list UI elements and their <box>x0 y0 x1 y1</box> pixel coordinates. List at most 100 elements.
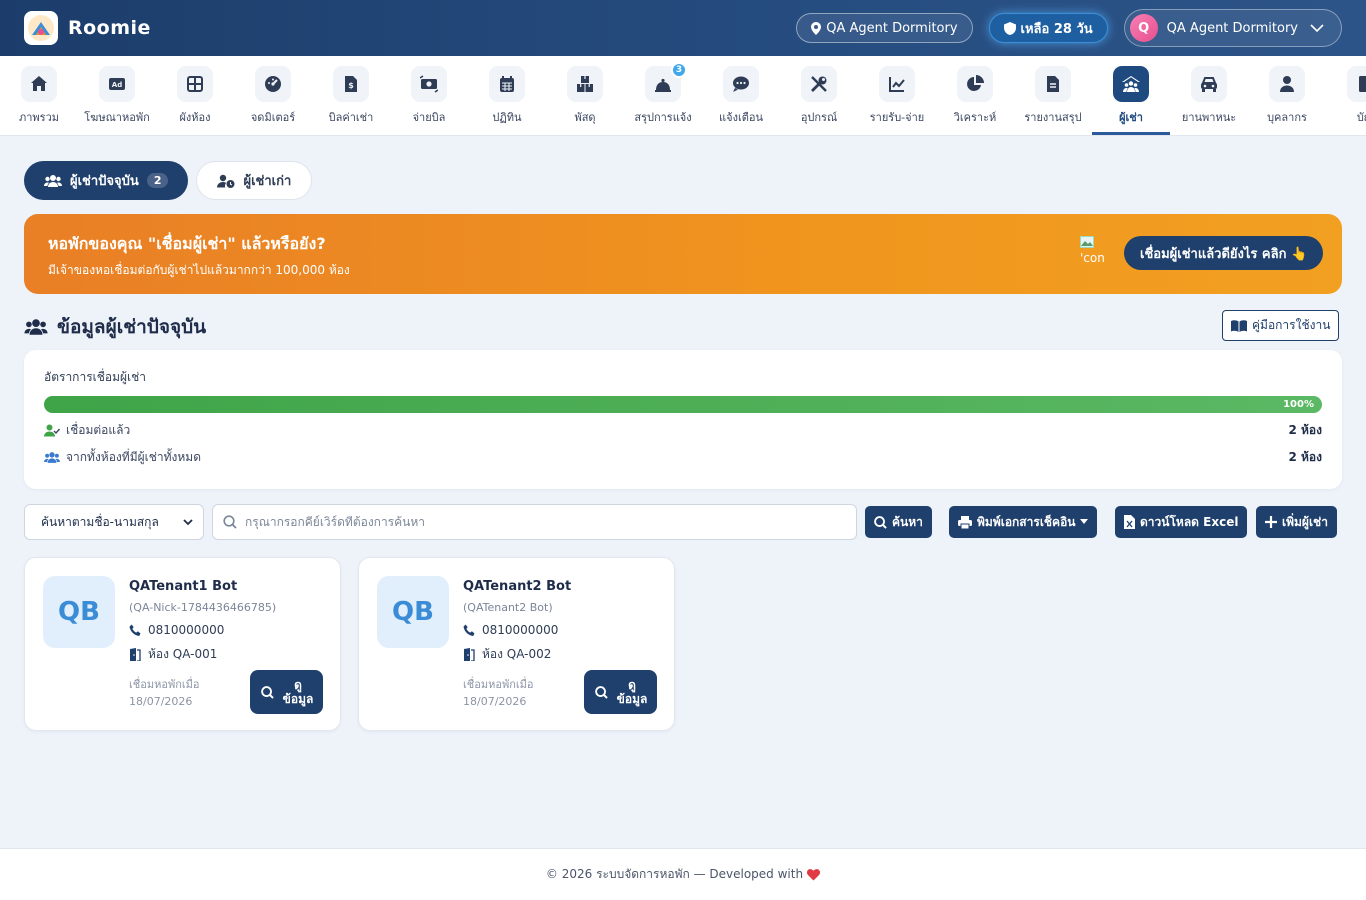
nav-item-label: จ่ายบิล <box>412 111 446 124</box>
nav-item[interactable]: บุคลากร <box>1248 56 1326 135</box>
chevron-down-icon <box>183 518 193 525</box>
tenant-joined-label: เชื่อมหอพักเมื่อ <box>129 678 200 691</box>
tab-former-label: ผู้เช่าเก่า <box>243 174 292 189</box>
dormitory-selector[interactable]: QA Agent Dormitory <box>796 13 973 43</box>
nav-item-label: วิเคราะห์ <box>953 111 997 124</box>
nav-item-label: อุปกรณ์ <box>800 111 838 124</box>
connected-label: เชื่อมต่อแล้ว <box>66 423 131 437</box>
tenant-joined: เชื่อมหอพักเมื่อ 18/07/2026 <box>129 676 199 710</box>
nav-item[interactable]: จดมิเตอร์ <box>234 56 312 135</box>
phone-icon <box>463 624 475 636</box>
nav-item[interactable]: พัสดุ <box>546 56 624 135</box>
nav-item-label: รายงานสรุป <box>1024 111 1082 124</box>
nav-item[interactable]: $ บิลค่าเช่า <box>312 56 390 135</box>
nav-item-label: ผู้เช่า <box>1119 111 1143 124</box>
nav-item[interactable]: Ad โฆษณาหอพัก <box>78 56 156 135</box>
calendar-icon <box>489 66 525 102</box>
search-field-select[interactable]: ค้นหาตามชื่อ-นามสกุล <box>24 504 204 540</box>
nav-item-label: ยานพาหนะ <box>1181 111 1237 124</box>
trial-days-badge[interactable]: เหลือ 28 วัน <box>988 13 1108 43</box>
search-field-selected: ค้นหาตามชื่อ-นามสกุล <box>41 514 159 529</box>
search-box <box>212 504 857 540</box>
tab-current-label: ผู้เช่าปัจจุบัน <box>70 174 139 189</box>
nav-item[interactable]: ผังห้อง <box>156 56 234 135</box>
add-tenant-button[interactable]: เพิ่มผู้เช่า <box>1256 506 1337 538</box>
nav-item[interactable]: ยานพาหนะ <box>1170 56 1248 135</box>
nav-item[interactable]: รายงานสรุป <box>1014 56 1092 135</box>
notification-count-badge: 3 <box>671 62 687 78</box>
tab-former-tenants[interactable]: ผู้เช่าเก่า <box>196 161 313 200</box>
tenant-room-row: ห้อง QA-001 <box>129 645 217 664</box>
search-icon <box>874 515 887 529</box>
nav-item[interactable]: รายรับ-จ่าย <box>858 56 936 135</box>
users-icon <box>44 174 62 187</box>
top-header: Roomie QA Agent Dormitory เหลือ 28 วัน Q… <box>0 0 1366 56</box>
nav-item[interactable]: ปฏิทิน <box>468 56 546 135</box>
door-icon <box>464 648 475 661</box>
search-input[interactable] <box>245 515 825 529</box>
nav-item[interactable]: วิเคราะห์ <box>936 56 1014 135</box>
plus-icon <box>1265 516 1277 528</box>
tenant-phone: 0810000000 <box>148 623 225 637</box>
page-footer: © 2026 ระบบจัดการหอพัก — Developed with <box>0 848 1366 900</box>
trial-days-text: เหลือ 28 วัน <box>1020 21 1093 37</box>
user-manual-button[interactable]: คู่มือการใช้งาน <box>1222 310 1340 341</box>
user-name: QA Agent Dormitory <box>1166 20 1298 36</box>
total-value: 2 ห้อง <box>1288 450 1322 464</box>
heart-icon <box>807 868 821 880</box>
users-icon <box>44 452 60 463</box>
tenant-name: QATenant1 Bot <box>129 579 238 594</box>
tenant-room: ห้อง QA-001 <box>148 647 218 661</box>
nav-item[interactable]: ภาพรวม <box>0 56 78 135</box>
search-button[interactable]: ค้นหา <box>865 506 932 538</box>
tenant-nickname: (QATenant2 Bot) <box>463 601 553 614</box>
tenant-joined-label: เชื่อมหอพักเมื่อ <box>463 678 534 691</box>
connected-value: 2 ห้อง <box>1288 423 1322 437</box>
nav-item[interactable]: ผู้เช่า <box>1092 56 1170 135</box>
download-excel-button[interactable]: ดาวน์โหลด Excel <box>1115 506 1248 538</box>
tenant-nickname: (QA-Nick-1784436466785) <box>129 601 277 614</box>
nav-item-label: ภาพรวม <box>18 111 59 124</box>
tenant-toolbar: ค้นหาตามชื่อ-นามสกุล ค้นหา พิมพ์เอกสารเช… <box>24 504 1342 540</box>
tenant-room: ห้อง QA-002 <box>482 647 552 661</box>
nav-item[interactable]: บัญ <box>1326 56 1366 135</box>
nav-item-label: สรุปการแจ้ง <box>634 111 692 124</box>
user-check-icon <box>44 424 60 437</box>
car-icon <box>1191 66 1227 102</box>
banner-learn-more-button[interactable]: เชื่อมผู้เช่าแล้วดียังไร คลิก 👆 <box>1124 236 1324 270</box>
section-title-text: ข้อมูลผู้เช่าปัจจุบัน <box>57 316 207 338</box>
caret-down-icon <box>1079 519 1088 524</box>
nav-item-label: บุคลากร <box>1267 111 1307 124</box>
nav-item-label: บิลค่าเช่า <box>328 111 374 124</box>
tenant-joined-date: 18/07/2026 <box>129 695 193 708</box>
chat-icon <box>723 66 759 102</box>
grid-icon <box>177 66 213 102</box>
search-button-label: ค้นหา <box>892 514 923 529</box>
file-icon <box>1035 66 1071 102</box>
print-checkin-label: พิมพ์เอกสารเช็คอิน <box>977 514 1076 529</box>
tab-current-tenants[interactable]: ผู้เช่าปัจจุบัน 2 <box>24 161 189 200</box>
user-menu[interactable]: Q QA Agent Dormitory <box>1123 9 1342 47</box>
nav-item[interactable]: จ่ายบิล <box>390 56 468 135</box>
pie-chart-icon <box>957 66 993 102</box>
roomie-logo[interactable] <box>24 11 58 45</box>
nav-item[interactable]: แจ้งเตือน <box>702 56 780 135</box>
total-label: จากทั้งห้องที่มีผู้เช่าทั้งหมด <box>66 450 201 464</box>
search-icon <box>595 685 608 699</box>
nav-item[interactable]: อุปกรณ์ <box>780 56 858 135</box>
printer-icon <box>958 515 972 529</box>
view-tenant-button[interactable]: ดูข้อมูล <box>250 670 323 714</box>
user-avatar: Q <box>1129 14 1158 42</box>
view-tenant-button[interactable]: ดูข้อมูล <box>584 670 657 714</box>
nav-item-label: ปฏิทิน <box>492 111 522 124</box>
nav-item[interactable]: สรุปการแจ้ง 3 <box>624 56 702 135</box>
download-excel-label: ดาวน์โหลด Excel <box>1140 514 1239 529</box>
door-icon <box>130 648 141 661</box>
shield-icon <box>1003 21 1016 35</box>
connected-row: เชื่อมต่อแล้ว 2 ห้อง <box>44 421 1322 440</box>
search-icon <box>261 685 274 699</box>
print-checkin-button[interactable]: พิมพ์เอกสารเช็คอิน <box>949 506 1097 538</box>
tenant-joined-date: 18/07/2026 <box>463 695 527 708</box>
user-clock-icon <box>217 174 235 188</box>
total-row: จากทั้งห้องที่มีผู้เช่าทั้งหมด 2 ห้อง <box>44 448 1322 467</box>
